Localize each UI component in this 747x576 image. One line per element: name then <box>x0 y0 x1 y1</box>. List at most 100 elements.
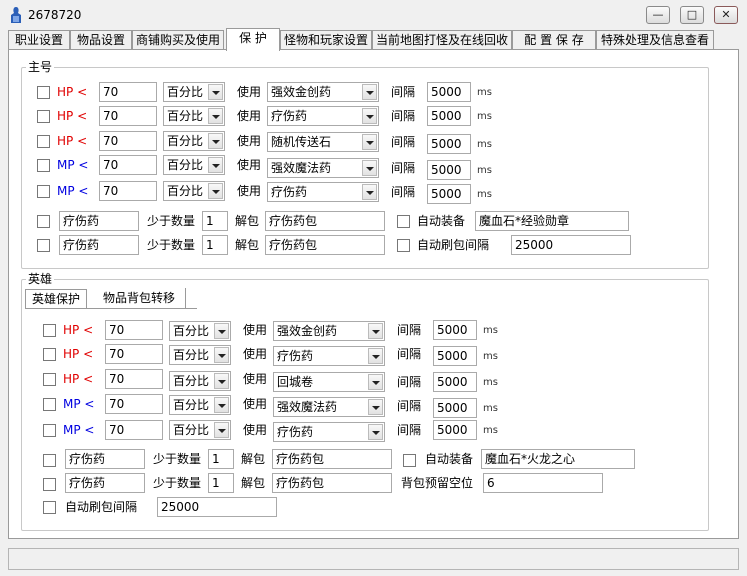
unit-select[interactable]: 百分比 <box>163 181 225 201</box>
checkbox[interactable] <box>37 86 50 99</box>
auto-equip-input[interactable]: 魔血石*火龙之心 <box>481 449 635 469</box>
pack-item-input[interactable]: 疗伤药 <box>65 449 145 469</box>
tab-shop[interactable]: 商铺购买及使用 <box>132 30 224 50</box>
unit-select[interactable]: 百分比 <box>163 131 225 151</box>
unit-select[interactable]: 百分比 <box>163 82 225 102</box>
interval-label: 间隔 <box>391 85 416 99</box>
minimize-button[interactable]: — <box>646 6 670 24</box>
unit-select[interactable]: 百分比 <box>163 106 225 126</box>
checkbox[interactable] <box>37 135 50 148</box>
threshold-input[interactable]: 70 <box>99 82 157 102</box>
pack-item-input[interactable]: 疗伤药 <box>59 211 139 231</box>
tab-job-settings[interactable]: 职业设置 <box>8 30 70 50</box>
item-select[interactable]: 强效金创药 <box>267 82 379 102</box>
pack-name-input[interactable]: 疗伤药包 <box>272 473 392 493</box>
tab-map-hunting[interactable]: 当前地图打怪及在线回收 <box>372 30 512 50</box>
item-select[interactable]: 疗伤药 <box>267 182 379 202</box>
qty-input[interactable]: 1 <box>202 235 228 255</box>
interval-input[interactable]: 5000 <box>433 346 477 366</box>
qty-input[interactable]: 1 <box>202 211 228 231</box>
checkbox[interactable] <box>43 454 56 467</box>
checkbox[interactable] <box>397 239 410 252</box>
tab-special-info[interactable]: 特殊处理及信息查看 <box>596 30 714 50</box>
threshold-input[interactable]: 70 <box>105 320 163 340</box>
interval-input[interactable]: 5000 <box>427 184 471 204</box>
checkbox[interactable] <box>37 215 50 228</box>
pack-item-input[interactable]: 疗伤药 <box>59 235 139 255</box>
interval-input[interactable]: 5000 <box>433 398 477 418</box>
item-select[interactable]: 强效金创药 <box>273 321 385 341</box>
pack-name-input[interactable]: 疗伤药包 <box>265 235 385 255</box>
checkbox[interactable] <box>37 185 50 198</box>
item-select[interactable]: 随机传送石 <box>267 132 379 152</box>
threshold-input[interactable]: 70 <box>105 344 163 364</box>
item-select[interactable]: 回城卷 <box>273 372 385 392</box>
checkbox[interactable] <box>43 424 56 437</box>
hp-label: HP < <box>63 347 94 361</box>
tab-item-settings[interactable]: 物品设置 <box>70 30 132 50</box>
unit-select[interactable]: 百分比 <box>169 395 231 415</box>
pack-item-input[interactable]: 疗伤药 <box>65 473 145 493</box>
tab-save-config[interactable]: 配 置 保 存 <box>512 30 596 50</box>
interval-input[interactable]: 5000 <box>427 106 471 126</box>
checkbox[interactable] <box>43 348 56 361</box>
checkbox[interactable] <box>37 159 50 172</box>
checkbox[interactable] <box>37 110 50 123</box>
threshold-input[interactable]: 70 <box>105 394 163 414</box>
main-group-title: 主号 <box>26 59 55 75</box>
checkbox[interactable] <box>403 454 416 467</box>
interval-input[interactable]: 5000 <box>433 420 477 440</box>
checkbox[interactable] <box>37 239 50 252</box>
checkbox[interactable] <box>43 501 56 514</box>
qty-input[interactable]: 1 <box>208 449 234 469</box>
maximize-button[interactable]: □ <box>680 6 704 24</box>
tab-bar: 职业设置 物品设置 商铺购买及使用 保 护 怪物和玩家设置 当前地图打怪及在线回… <box>8 28 738 51</box>
threshold-input[interactable]: 70 <box>105 369 163 389</box>
item-select[interactable]: 强效魔法药 <box>273 397 385 417</box>
checkbox[interactable] <box>43 478 56 491</box>
tab-item-transfer[interactable]: 物品背包转移 <box>93 289 185 309</box>
tab-protection[interactable]: 保 护 <box>226 28 280 51</box>
threshold-input[interactable]: 70 <box>99 155 157 175</box>
mp-label: MP < <box>63 397 95 411</box>
pack-name-input[interactable]: 疗伤药包 <box>272 449 392 469</box>
maximize-icon: □ <box>686 8 698 21</box>
auto-equip-input[interactable]: 魔血石*经验勋章 <box>475 211 629 231</box>
tab-monster-player[interactable]: 怪物和玩家设置 <box>280 30 372 50</box>
threshold-input[interactable]: 70 <box>99 131 157 151</box>
chevron-down-icon <box>208 183 223 199</box>
auto-refresh-input[interactable]: 25000 <box>157 497 277 517</box>
qty-input[interactable]: 1 <box>208 473 234 493</box>
interval-input[interactable]: 5000 <box>427 160 471 180</box>
reserved-slots-input[interactable]: 6 <box>483 473 603 493</box>
threshold-input[interactable]: 70 <box>99 181 157 201</box>
close-button[interactable]: ✕ <box>714 6 738 24</box>
interval-input[interactable]: 5000 <box>427 82 471 102</box>
item-select[interactable]: 强效魔法药 <box>267 158 379 178</box>
interval-input[interactable]: 5000 <box>433 320 477 340</box>
checkbox[interactable] <box>43 324 56 337</box>
interval-label: 间隔 <box>397 399 422 413</box>
unit-value: 百分比 <box>173 348 210 362</box>
tab-hero-protection[interactable]: 英雄保护 <box>25 289 87 309</box>
pack-name-input[interactable]: 疗伤药包 <box>265 211 385 231</box>
unit-select[interactable]: 百分比 <box>169 420 231 440</box>
unit-select[interactable]: 百分比 <box>163 155 225 175</box>
threshold-input[interactable]: 70 <box>99 106 157 126</box>
interval-input[interactable]: 5000 <box>433 372 477 392</box>
auto-refresh-input[interactable]: 25000 <box>511 235 631 255</box>
checkbox[interactable] <box>43 398 56 411</box>
chevron-down-icon <box>368 374 383 390</box>
item-select[interactable]: 疗伤药 <box>267 106 379 126</box>
threshold-input[interactable]: 70 <box>105 420 163 440</box>
unit-select[interactable]: 百分比 <box>169 345 231 365</box>
status-bar <box>8 548 739 570</box>
chevron-down-icon <box>208 157 223 173</box>
unit-select[interactable]: 百分比 <box>169 321 231 341</box>
item-select[interactable]: 疗伤药 <box>273 346 385 366</box>
checkbox[interactable] <box>43 373 56 386</box>
unit-select[interactable]: 百分比 <box>169 371 231 391</box>
item-select[interactable]: 疗伤药 <box>273 422 385 442</box>
checkbox[interactable] <box>397 215 410 228</box>
interval-input[interactable]: 5000 <box>427 134 471 154</box>
